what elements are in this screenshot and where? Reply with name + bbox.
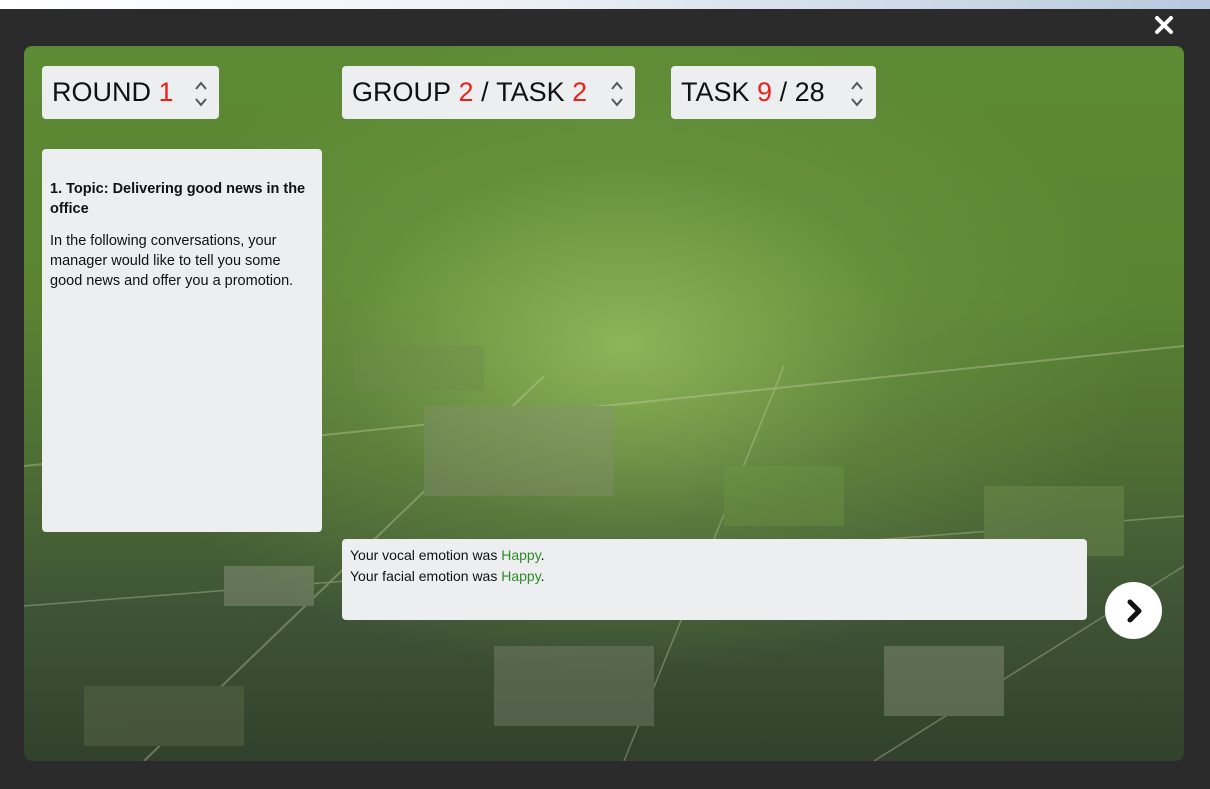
group-task-separator: / (481, 77, 489, 107)
close-icon (1155, 16, 1173, 34)
task-value: 2 (572, 77, 588, 107)
up-down-chevron-icon[interactable] (608, 73, 626, 113)
task-progress-separator: / (779, 77, 788, 107)
facial-emotion-line: Your facial emotion was Happy. (350, 566, 1079, 587)
round-label: ROUND (52, 77, 151, 107)
topic-panel: 1. Topic: Delivering good news in the of… (42, 149, 322, 532)
group-label: GROUP (352, 77, 452, 107)
vocal-emotion-line: Your vocal emotion was Happy. (350, 545, 1079, 566)
task-progress-total: 28 (794, 77, 825, 107)
round-value: 1 (158, 77, 174, 107)
close-button[interactable] (1151, 12, 1177, 38)
up-down-chevron-icon[interactable] (848, 73, 866, 113)
vocal-emotion-suffix: . (540, 547, 545, 563)
vocal-emotion-value: Happy (501, 547, 541, 563)
group-value: 2 (458, 77, 474, 107)
topic-description: In the following conversations, your man… (50, 233, 294, 289)
facial-emotion-suffix: . (540, 568, 545, 584)
group-task-counter: GROUP 2 / TASK 2 (342, 66, 635, 119)
task-progress-current: 9 (757, 77, 773, 107)
round-counter: ROUND 1 (42, 66, 219, 119)
window-top-strip (0, 0, 1210, 9)
task-progress-label: TASK (681, 77, 750, 107)
task-label: TASK (496, 77, 565, 107)
emotion-feedback-panel: Your vocal emotion was Happy. Your facia… (342, 539, 1087, 620)
vocal-emotion-prefix: Your vocal emotion was (350, 547, 502, 563)
chevron-right-icon (1127, 599, 1141, 622)
next-button[interactable] (1105, 582, 1162, 639)
topic-heading: 1. Topic: Delivering good news in the of… (50, 181, 306, 217)
facial-emotion-prefix: Your facial emotion was (350, 568, 502, 584)
facial-emotion-value: Happy (501, 568, 541, 584)
task-progress-counter: TASK 9 / 28 (671, 66, 876, 119)
up-down-chevron-icon[interactable] (192, 73, 210, 113)
